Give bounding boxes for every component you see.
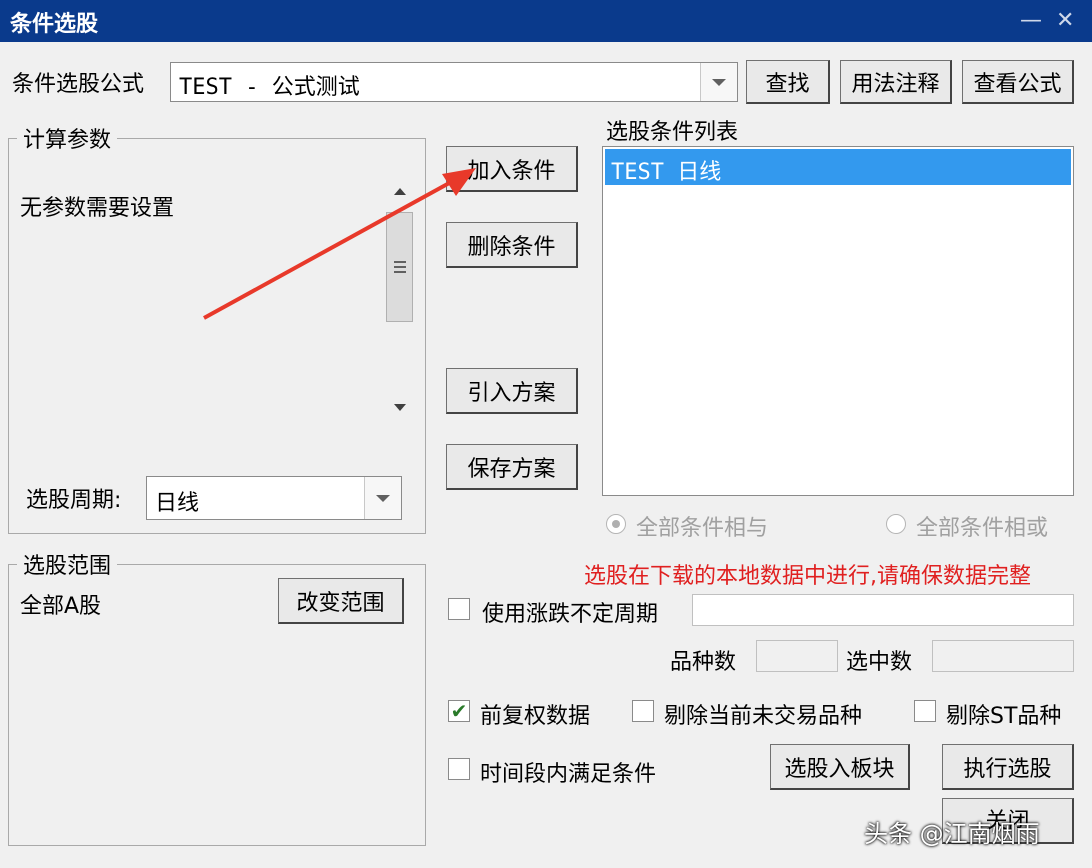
conditions-list-item-label: TEST 日线 — [611, 160, 722, 185]
formula-label: 条件选股公式 — [12, 72, 145, 97]
range-value: 全部A股 — [20, 594, 102, 619]
params-legend: 计算参数 — [23, 128, 112, 153]
time-range-label: 时间段内满足条件 — [480, 762, 657, 787]
annotation-arrow-icon — [203, 168, 476, 320]
variable-period-checkbox[interactable] — [448, 598, 470, 620]
change-range-button[interactable]: 改变范围 — [278, 578, 404, 624]
forward-adjust-label: 前复权数据 — [480, 704, 591, 729]
forward-adjust-checkbox[interactable]: ✔ — [448, 699, 470, 723]
find-button[interactable]: 查找 — [746, 60, 830, 104]
selected-count-field — [932, 640, 1074, 672]
period-select-value: 日线 — [155, 491, 200, 516]
exclude-untraded-label: 剔除当前未交易品种 — [664, 704, 863, 729]
params-message: 无参数需要设置 — [20, 196, 175, 221]
view-formula-button[interactable]: 查看公式 — [962, 60, 1074, 104]
watermark: 头条 @江南烟雨 — [864, 820, 1040, 848]
condition-stock-selection-window: 条件选股 — ✕ 条件选股公式 TEST - 公式测试 查找 用法注释 查看公式… — [0, 0, 1092, 868]
radio-all-or[interactable] — [886, 514, 906, 534]
formula-select[interactable]: TEST - 公式测试 — [170, 62, 738, 102]
usage-notes-button[interactable]: 用法注释 — [840, 60, 952, 104]
range-legend: 选股范围 — [23, 554, 112, 579]
execute-selection-button[interactable]: 执行选股 — [942, 744, 1074, 790]
save-plan-button[interactable]: 保存方案 — [446, 444, 578, 490]
scroll-down-icon[interactable] — [394, 404, 406, 411]
checkmark-icon: ✔ — [450, 699, 468, 723]
exclude-st-label: 剔除ST品种 — [946, 704, 1062, 729]
close-icon[interactable]: ✕ — [1056, 9, 1074, 33]
conditions-list-title: 选股条件列表 — [606, 120, 739, 145]
import-plan-button[interactable]: 引入方案 — [446, 368, 578, 414]
radio-all-or-label: 全部条件相或 — [916, 516, 1049, 541]
window-title: 条件选股 — [10, 12, 99, 37]
selected-count-label: 选中数 — [846, 650, 913, 675]
add-to-block-button[interactable]: 选股入板块 — [770, 744, 910, 790]
variable-period-label: 使用涨跌不定周期 — [482, 602, 659, 627]
time-range-checkbox[interactable] — [448, 758, 470, 780]
variable-period-input[interactable] — [692, 594, 1074, 626]
variety-count-field — [756, 640, 838, 672]
title-bar: 条件选股 — ✕ — [0, 0, 1092, 42]
formula-select-value: TEST - 公式测试 — [179, 75, 360, 100]
exclude-untraded-checkbox[interactable] — [632, 700, 654, 722]
radio-all-and[interactable] — [606, 514, 626, 534]
minimize-icon[interactable]: — — [1020, 9, 1042, 33]
chevron-down-icon[interactable] — [364, 477, 401, 519]
conditions-list-item[interactable]: TEST 日线 — [605, 149, 1071, 185]
radio-all-and-label: 全部条件相与 — [636, 516, 769, 541]
data-warning: 选股在下载的本地数据中进行,请确保数据完整 — [584, 564, 1031, 589]
chevron-down-icon[interactable] — [700, 63, 737, 101]
variety-count-label: 品种数 — [670, 650, 737, 675]
period-label: 选股周期: — [26, 488, 122, 513]
exclude-st-checkbox[interactable] — [914, 700, 936, 722]
conditions-list[interactable]: TEST 日线 — [602, 146, 1074, 496]
period-select[interactable]: 日线 — [146, 476, 402, 520]
